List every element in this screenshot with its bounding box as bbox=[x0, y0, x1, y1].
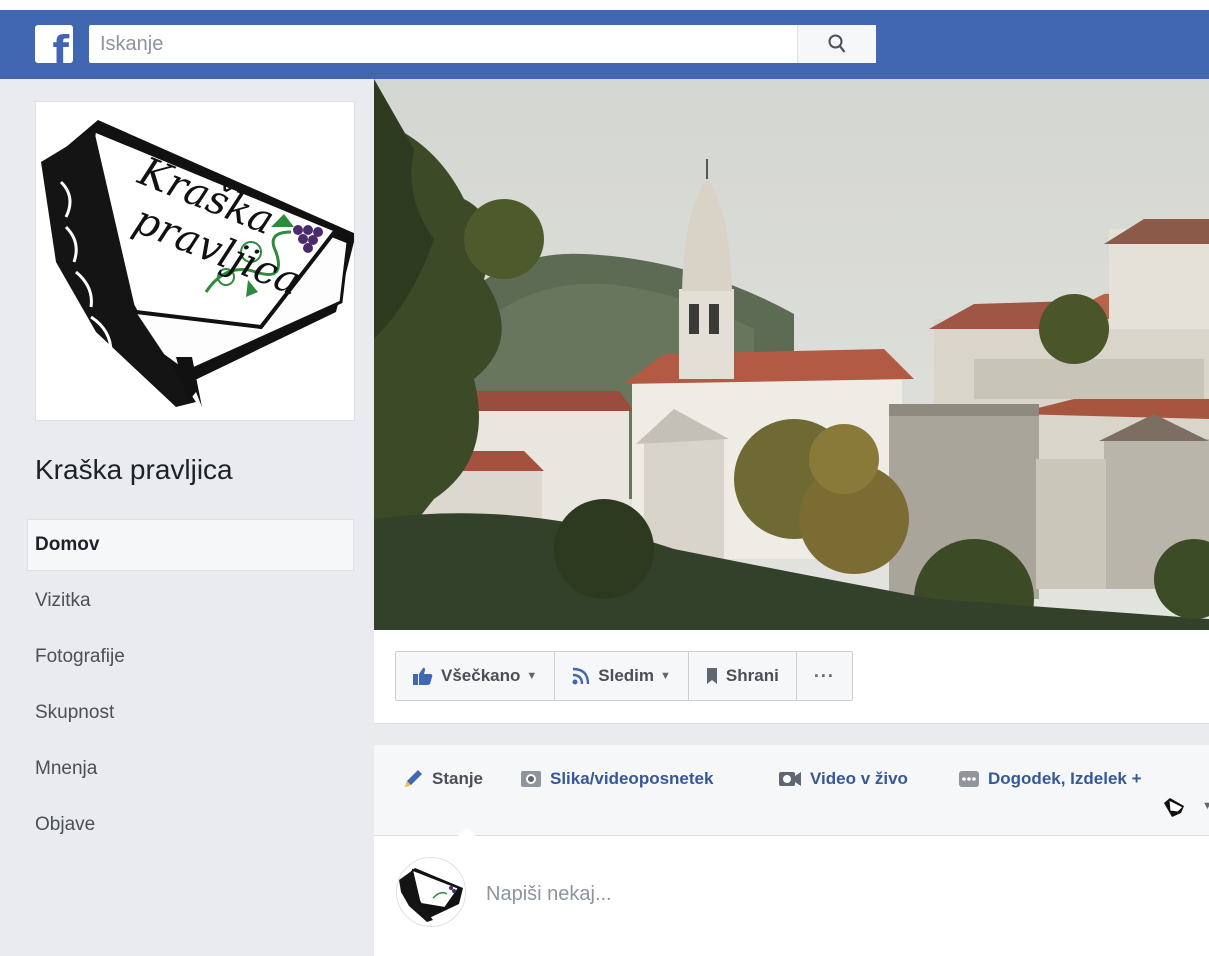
top-navigation-bar: f bbox=[0, 10, 1209, 79]
search-input[interactable] bbox=[89, 25, 800, 63]
sidebar-item-photos[interactable]: Fotografije bbox=[27, 631, 354, 683]
camera-icon bbox=[521, 771, 541, 787]
facebook-logo-icon[interactable]: f bbox=[35, 25, 73, 63]
composer-input[interactable]: Napiši nekaj... bbox=[486, 883, 612, 906]
tab-photo-video[interactable]: Slika/videoposnetek bbox=[520, 765, 713, 793]
sidebar-item-home[interactable]: Domov bbox=[27, 519, 354, 571]
cover-photo[interactable] bbox=[374, 79, 1209, 630]
page-sidebar: Kraška pravljica Kraška pravljica Domov … bbox=[0, 79, 374, 956]
follow-button-label: Sledim bbox=[598, 666, 655, 685]
thumbs-up-icon bbox=[413, 667, 433, 685]
chevron-down-icon: ▼ bbox=[660, 670, 671, 682]
more-options-button[interactable]: ··· bbox=[797, 652, 852, 700]
tab-live-video[interactable]: Video v živo bbox=[778, 765, 908, 793]
tab-status-label: Stanje bbox=[432, 769, 484, 788]
bookmark-icon bbox=[706, 668, 717, 684]
village-landscape-image bbox=[374, 79, 1209, 630]
like-button[interactable]: Všečkano ▼ bbox=[396, 652, 556, 700]
like-button-label: Všečkano bbox=[441, 666, 521, 685]
more-dots-icon bbox=[959, 771, 979, 787]
page-title[interactable]: Kraška pravljica bbox=[35, 454, 233, 486]
follow-button[interactable]: Sledim ▼ bbox=[555, 652, 689, 700]
sidebar-item-about[interactable]: Vizitka bbox=[27, 575, 354, 627]
posting-as-avatar-icon[interactable] bbox=[1162, 795, 1186, 819]
search-box bbox=[89, 25, 876, 63]
video-camera-icon bbox=[779, 772, 801, 786]
sidebar-item-reviews[interactable]: Mnenja bbox=[27, 743, 354, 795]
search-button[interactable] bbox=[797, 25, 876, 63]
tab-live-video-label: Video v živo bbox=[810, 769, 908, 788]
chevron-down-icon[interactable]: ▼ bbox=[1202, 800, 1209, 812]
composer-tabs: Stanje Slika/videoposnetek Video v živo bbox=[374, 745, 1209, 836]
sidebar-item-posts[interactable]: Objave bbox=[27, 799, 354, 851]
page-navigation: Domov Vizitka Fotografije Skupnost Mnenj… bbox=[27, 519, 354, 855]
page-profile-picture[interactable]: Kraška pravljica bbox=[35, 101, 355, 421]
chevron-down-icon: ▼ bbox=[526, 670, 538, 682]
rss-feed-icon bbox=[572, 667, 590, 685]
avatar[interactable] bbox=[396, 857, 466, 927]
page-actions-bar: Všečkano ▼ Sledim ▼ Shrani ··· bbox=[374, 630, 1209, 724]
active-tab-pointer bbox=[458, 827, 476, 836]
search-icon bbox=[828, 34, 846, 53]
pencil-icon bbox=[405, 770, 422, 787]
storybook-logo-image: Kraška pravljica bbox=[36, 102, 354, 420]
save-button-label: Shrani bbox=[725, 666, 779, 685]
storybook-avatar-image bbox=[397, 858, 465, 926]
tab-status[interactable]: Stanje bbox=[402, 765, 483, 793]
tab-event-product[interactable]: Dogodek, Izdelek + bbox=[958, 765, 1142, 793]
sidebar-item-community[interactable]: Skupnost bbox=[27, 687, 354, 739]
save-button[interactable]: Shrani bbox=[689, 652, 797, 700]
tab-photo-video-label: Slika/videoposnetek bbox=[550, 769, 714, 788]
post-composer: Stanje Slika/videoposnetek Video v živo bbox=[374, 745, 1209, 956]
top-strip bbox=[0, 0, 1209, 10]
facebook-logo-letter: f bbox=[52, 28, 69, 63]
tab-event-product-label: Dogodek, Izdelek + bbox=[988, 769, 1142, 788]
page-action-buttons: Všečkano ▼ Sledim ▼ Shrani ··· bbox=[395, 651, 853, 701]
more-dots-icon: ··· bbox=[813, 665, 835, 686]
